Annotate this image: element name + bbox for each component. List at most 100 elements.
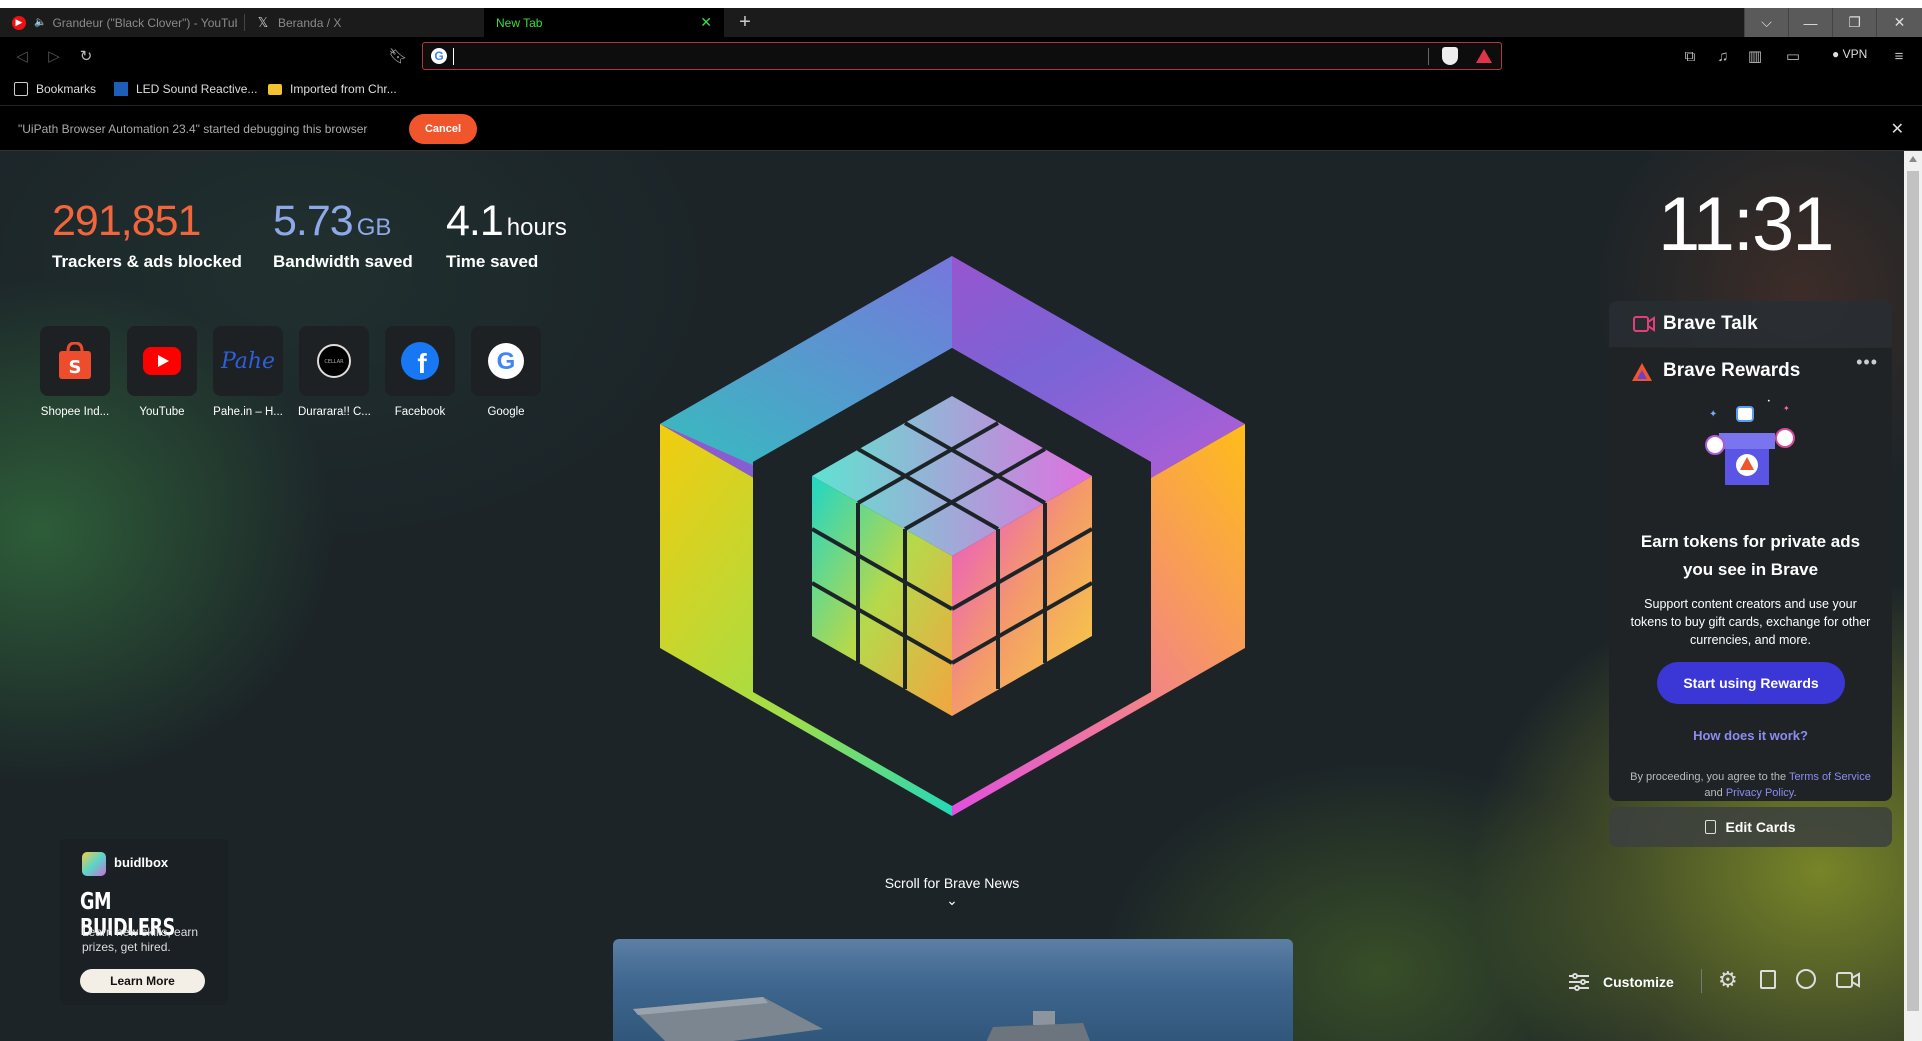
bandwidth-unit: GB: [356, 214, 392, 241]
brave-rewards-title: Brave Rewards: [1663, 360, 1801, 381]
bookmark-led-sound[interactable]: LED Sound Reactive...: [114, 82, 257, 96]
wallet-button[interactable]: ▭: [1783, 46, 1803, 66]
brave-rewards-icon[interactable]: [1476, 49, 1492, 63]
main-menu-button[interactable]: ≡: [1889, 46, 1909, 66]
chevron-down-icon: ⌄: [946, 892, 958, 908]
brave-rewards-card: Brave Rewards ••• ✦ ✦ • Earn tokens for …: [1609, 348, 1892, 801]
reload-button[interactable]: ↻: [76, 46, 96, 66]
sidebar-button[interactable]: ▥: [1745, 46, 1765, 66]
new-tab-page: 291,851 Trackers & ads blocked 5.73 GB Ba…: [0, 151, 1904, 1041]
tab-label: Beranda / X: [278, 15, 342, 30]
terms-and: and: [1704, 787, 1723, 799]
start-using-rewards-button[interactable]: Start using Rewards: [1657, 662, 1845, 704]
close-window-button[interactable]: ✕: [1876, 8, 1922, 37]
address-bar[interactable]: G: [422, 42, 1502, 70]
tab-youtube[interactable]: ▶ 🔈 Grandeur ("Black Clover") - YouTub: [0, 8, 244, 37]
bandwidth-label: Bandwidth saved: [273, 252, 413, 271]
tab-label: New Tab: [496, 15, 543, 30]
customize-button[interactable]: Customize: [1603, 974, 1674, 990]
tab-search-button[interactable]: ⌵: [1744, 8, 1788, 37]
sidebar-icon: ▥: [1747, 48, 1763, 65]
how-does-it-work-link[interactable]: How does it work?: [1609, 728, 1892, 743]
brave-talk-card[interactable]: Brave Talk: [1609, 301, 1892, 347]
restore-button[interactable]: ❐: [1832, 8, 1876, 37]
top-site-google[interactable]: G Google: [470, 326, 542, 418]
stat-trackers: 291,851 Trackers & ads blocked: [52, 197, 242, 272]
sponsored-card[interactable]: buidlbox GM BUIDLERS Learn new skills, e…: [60, 839, 228, 1005]
bookmarks-bar: Bookmarks LED Sound Reactive... Imported…: [0, 74, 1922, 106]
toolbar: ◁ ▷ ↻ 🔖︎ G ⧉ ♫ ▥ ▭ ● VPN ≡: [0, 37, 1922, 74]
google-search-icon: G: [431, 48, 447, 64]
extensions-button[interactable]: ⧉: [1680, 46, 1700, 66]
bookmarks-menu[interactable]: Bookmarks: [14, 82, 96, 96]
background-cube-artwork: [660, 256, 1245, 816]
settings-icon[interactable]: ⚙: [1718, 967, 1738, 993]
url-divider: [1428, 48, 1429, 65]
close-infobar-icon[interactable]: ✕: [1891, 119, 1904, 139]
terms-suffix: .: [1793, 787, 1797, 799]
close-tab-icon[interactable]: ✕: [700, 14, 712, 31]
debugging-message: "UiPath Browser Automation 23.4" started…: [18, 122, 368, 136]
scroll-news-label: Scroll for Brave News: [884, 875, 1020, 891]
svg-text:S: S: [69, 357, 82, 378]
facebook-icon: f: [401, 342, 439, 380]
forward-button[interactable]: ▷: [44, 46, 64, 66]
hamburger-menu-icon: ≡: [1894, 47, 1904, 65]
vpn-button[interactable]: ● VPN: [1832, 47, 1867, 61]
bookmark-page-button[interactable]: 🔖︎: [388, 46, 408, 66]
history-icon[interactable]: [1796, 969, 1816, 989]
time-value: 4.1: [446, 197, 504, 245]
top-site-shopee[interactable]: S Shopee Ind...: [39, 326, 111, 418]
more-options-icon[interactable]: •••: [1856, 352, 1878, 373]
tab-strip: ▶ 🔈 Grandeur ("Black Clover") - YouTub 𝕏…: [0, 8, 1922, 37]
news-preview-image[interactable]: [613, 939, 1293, 1041]
scroll-up-icon[interactable]: [1909, 156, 1917, 162]
bookmarks-icon[interactable]: [1760, 970, 1776, 989]
edit-cards-icon: [1705, 820, 1717, 834]
vpn-label: VPN: [1842, 47, 1868, 61]
scrollbar-thumb[interactable]: [1907, 171, 1919, 1011]
edit-cards-button[interactable]: Edit Cards: [1609, 807, 1892, 847]
back-button[interactable]: ◁: [12, 46, 32, 66]
top-site-durarara[interactable]: CELLAR Durarara!! C...: [298, 326, 370, 418]
bookmark-label: Imported from Chr...: [290, 82, 397, 96]
url-input[interactable]: [455, 47, 1415, 67]
top-site-youtube[interactable]: YouTube: [126, 326, 198, 418]
svg-text:✦: ✦: [1709, 409, 1717, 420]
forward-arrow-icon: ▷: [48, 48, 60, 65]
clock: 11:31: [1658, 182, 1835, 267]
tab-new-tab[interactable]: New Tab ✕: [484, 8, 724, 37]
debugging-infobar: "UiPath Browser Automation 23.4" started…: [0, 107, 1922, 151]
top-site-label: YouTube: [139, 406, 185, 418]
tab-x[interactable]: 𝕏 Beranda / X: [244, 8, 484, 37]
vpn-status-icon: ●: [1832, 47, 1840, 61]
scroll-for-brave-news[interactable]: Scroll for Brave News ⌄: [800, 875, 1104, 907]
stat-time: 4.1 hours Time saved: [446, 197, 567, 272]
svg-text:G: G: [497, 348, 516, 375]
shopee-icon: S: [59, 342, 91, 379]
minimize-button[interactable]: —: [1788, 8, 1832, 37]
speaker-icon[interactable]: 🔈: [34, 17, 46, 28]
puzzle-icon: ⧉: [1684, 47, 1696, 65]
new-tab-button[interactable]: +: [734, 8, 756, 37]
learn-more-button[interactable]: Learn More: [80, 969, 205, 993]
bookmark-folder-imported[interactable]: Imported from Chr...: [268, 82, 397, 96]
cancel-debugging-button[interactable]: Cancel: [409, 114, 477, 144]
privacy-policy-link[interactable]: Privacy Policy: [1726, 787, 1794, 799]
buidlbox-logo-icon: [82, 852, 106, 876]
top-site-label: Google: [487, 406, 525, 418]
shopee-tile: S: [40, 326, 110, 396]
bottom-tools-divider: [1701, 969, 1702, 993]
restore-icon: ❐: [1848, 14, 1861, 30]
brave-talk-icon[interactable]: [1836, 971, 1860, 989]
media-button[interactable]: ♫: [1713, 46, 1733, 66]
wallet-icon: ▭: [1785, 48, 1801, 65]
brave-shields-icon[interactable]: [1442, 47, 1458, 65]
terms-of-service-link[interactable]: Terms of Service: [1789, 771, 1871, 783]
google-icon: G: [488, 343, 524, 379]
top-site-pahe[interactable]: Pahe Pahe.in – H...: [212, 326, 284, 418]
site-icon: [114, 82, 128, 96]
text-cursor: [453, 48, 454, 65]
page-scrollbar[interactable]: [1904, 151, 1922, 1041]
top-site-facebook[interactable]: f Facebook: [384, 326, 456, 418]
